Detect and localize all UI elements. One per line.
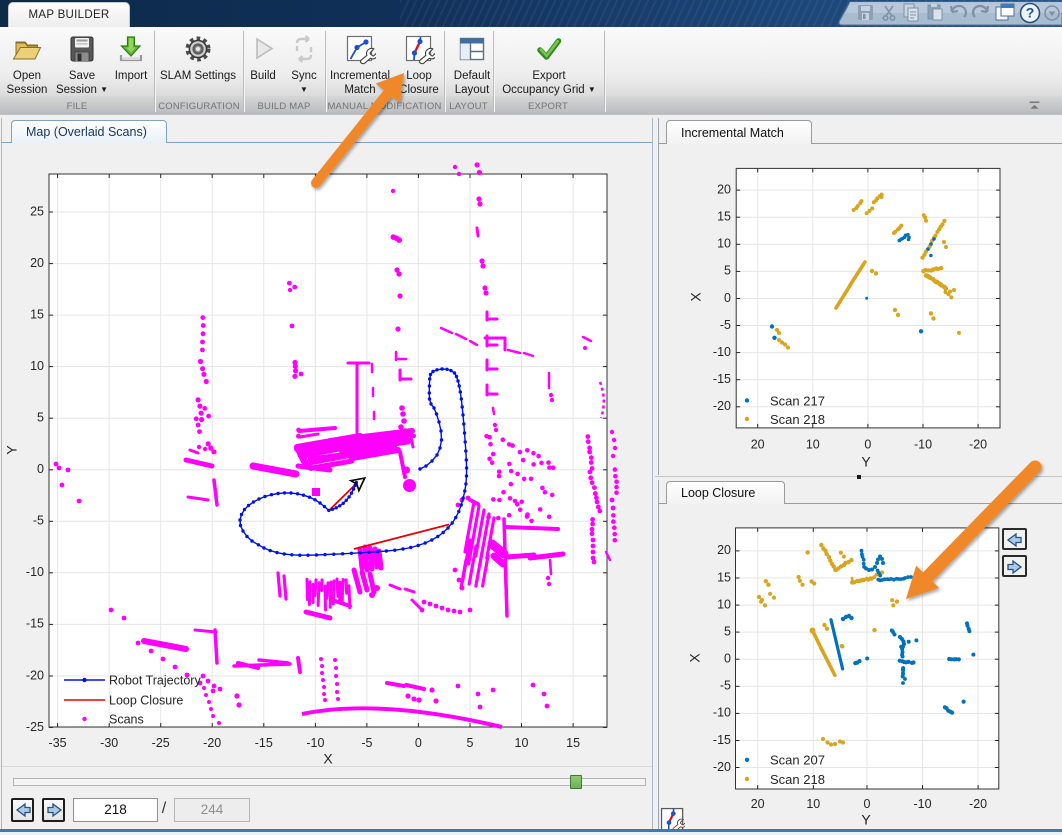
svg-text:20: 20 <box>30 256 44 270</box>
svg-text:0: 0 <box>37 462 44 476</box>
svg-text:20: 20 <box>717 543 731 557</box>
svg-text:-10: -10 <box>913 797 931 811</box>
svg-text:20: 20 <box>751 437 765 451</box>
svg-text:-5: -5 <box>720 318 731 332</box>
svg-text:15: 15 <box>566 736 580 750</box>
svg-text:25: 25 <box>30 204 44 218</box>
svg-text:-15: -15 <box>26 617 44 631</box>
svg-text:20: 20 <box>717 182 731 196</box>
svg-text:-5: -5 <box>361 736 372 750</box>
svg-text:-10: -10 <box>713 345 731 359</box>
svg-text:X: X <box>688 292 704 302</box>
svg-text:-35: -35 <box>49 736 67 750</box>
svg-text:Y: Y <box>4 445 20 455</box>
svg-text:15: 15 <box>30 307 44 321</box>
svg-text:-20: -20 <box>969 797 987 811</box>
svg-text:Loop Closure: Loop Closure <box>109 693 183 707</box>
svg-text:-20: -20 <box>26 668 44 682</box>
svg-text:-30: -30 <box>100 736 118 750</box>
svg-text:10: 10 <box>717 237 731 251</box>
svg-text:5: 5 <box>37 410 44 424</box>
svg-text:0: 0 <box>864 797 871 811</box>
svg-text:20: 20 <box>751 797 765 811</box>
svg-text:Scan 217: Scan 217 <box>770 393 825 408</box>
svg-text:Y: Y <box>861 454 871 470</box>
svg-text:15: 15 <box>717 209 731 223</box>
svg-text:0: 0 <box>415 736 422 750</box>
svg-text:-10: -10 <box>713 706 731 720</box>
svg-text:-15: -15 <box>713 372 731 386</box>
svg-text:-15: -15 <box>255 736 273 750</box>
svg-text:10: 10 <box>806 437 820 451</box>
svg-text:10: 10 <box>30 359 44 373</box>
svg-text:X: X <box>323 751 333 767</box>
svg-text:15: 15 <box>717 570 731 584</box>
svg-text:-25: -25 <box>26 720 44 734</box>
svg-text:Scan 218: Scan 218 <box>770 412 825 427</box>
svg-text:10: 10 <box>717 597 731 611</box>
svg-text:-10: -10 <box>306 736 324 750</box>
svg-text:0: 0 <box>724 291 731 305</box>
svg-text:Y: Y <box>861 812 871 828</box>
svg-text:-20: -20 <box>203 736 221 750</box>
svg-text:Scans: Scans <box>109 712 144 726</box>
svg-text:5: 5 <box>467 736 474 750</box>
svg-text:-10: -10 <box>26 565 44 579</box>
svg-text:5: 5 <box>724 624 731 638</box>
svg-text:0: 0 <box>864 437 871 451</box>
svg-text:0: 0 <box>724 651 731 665</box>
svg-text:10: 10 <box>515 736 529 750</box>
svg-text:Scan 218: Scan 218 <box>770 772 825 787</box>
svg-text:Robot Trajectory: Robot Trajectory <box>109 673 201 687</box>
svg-text:-15: -15 <box>713 733 731 747</box>
svg-text:5: 5 <box>724 264 731 278</box>
svg-text:Scan 207: Scan 207 <box>770 752 825 767</box>
svg-text:-5: -5 <box>720 679 731 693</box>
svg-text:10: 10 <box>806 797 820 811</box>
svg-text:?: ? <box>1026 5 1035 21</box>
svg-text:-20: -20 <box>713 399 731 413</box>
svg-text:-5: -5 <box>33 514 44 528</box>
svg-text:-10: -10 <box>914 437 932 451</box>
svg-text:X: X <box>687 653 703 663</box>
svg-text:-20: -20 <box>713 760 731 774</box>
svg-text:-25: -25 <box>152 736 170 750</box>
svg-text:-20: -20 <box>969 437 987 451</box>
